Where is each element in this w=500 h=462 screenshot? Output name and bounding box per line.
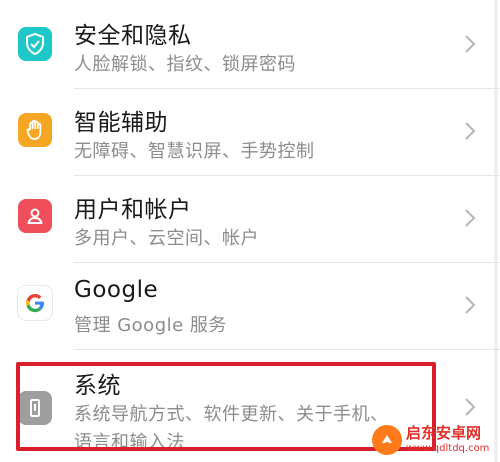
settings-item-security-privacy[interactable]: 安全和隐私 人脸解锁、指纹、锁屏密码 [0,0,500,88]
item-subtitle: 多用户、云空间、帐户 [74,228,259,249]
item-title: 用户和帐户 [74,197,192,223]
chevron-right-icon [462,33,478,55]
item-title: 智能辅助 [74,110,168,136]
hand-icon [18,113,52,147]
google-icon [18,286,52,320]
item-subtitle: 管理 Google 服务 [74,315,227,336]
watermark-title: 启东安卓网 [406,424,482,442]
watermark-logo-icon [372,425,402,455]
item-subtitle: 人脸解锁、指纹、锁屏密码 [74,54,296,75]
shield-check-icon [18,27,52,61]
chevron-right-icon [462,294,478,316]
watermark: 启东安卓网 www.qdltdq.com [372,420,496,460]
item-subtitle: 无障碍、智慧识屏、手势控制 [74,141,315,162]
user-icon [18,199,52,233]
settings-item-google[interactable]: Google 管理 Google 服务 [0,263,500,349]
settings-item-smart-assist[interactable]: 智能辅助 无障碍、智慧识屏、手势控制 [0,89,500,175]
item-title: 安全和隐私 [74,23,192,49]
chevron-right-icon [462,396,478,418]
chevron-right-icon [462,120,478,142]
watermark-url: www.qdltdq.com [406,443,490,454]
settings-item-users-accounts[interactable]: 用户和帐户 多用户、云空间、帐户 [0,176,500,262]
item-title: Google [74,277,159,303]
chevron-right-icon [462,207,478,229]
